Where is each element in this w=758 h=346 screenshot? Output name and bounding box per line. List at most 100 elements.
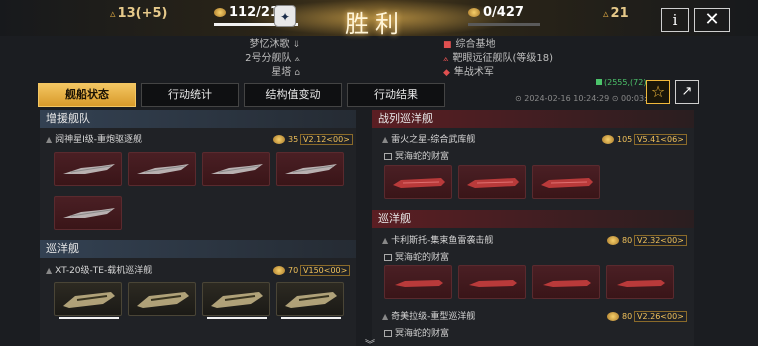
ship-card[interactable] [384, 265, 452, 299]
faction-icon: ◆ [443, 68, 450, 78]
battlecruiser-icon [541, 178, 593, 188]
ship-name: 卡利斯托-集束鱼雷袭击舰 [391, 236, 494, 246]
favorite-button[interactable]: ☆ [646, 80, 670, 104]
ship-cost-value: 80 [622, 236, 633, 245]
ship-version: V2.26<00> [634, 311, 687, 322]
ship-card[interactable] [54, 152, 122, 186]
fleet-emblem-icon: ✦ [274, 5, 296, 27]
carrier-icon [211, 292, 263, 308]
hp-bar [59, 317, 119, 319]
ship-type-icon: ▲ [46, 135, 53, 144]
coin-icon [607, 236, 619, 245]
ship-card[interactable] [458, 165, 526, 199]
star-icon: ☆ [650, 82, 666, 101]
fleet-icon: ⟑ [294, 54, 300, 64]
ship-cost-value: 105 [617, 135, 633, 144]
ship-card[interactable] [202, 152, 270, 186]
ship-cost-value: 35 [288, 135, 299, 144]
ship-card[interactable] [276, 152, 344, 186]
external-link-icon: ↗ [681, 84, 693, 99]
cruiser-icon [395, 280, 443, 287]
ship-faction-line: 冥海蛇的财富 [384, 326, 449, 339]
ship-card[interactable] [458, 265, 526, 299]
ship-card[interactable] [532, 265, 600, 299]
ship-name: 雷火之星-综合武库舰 [391, 135, 476, 145]
scroll-down-icon[interactable]: ︾ [365, 336, 375, 346]
tab-action-result[interactable]: 行动结果 [347, 83, 445, 107]
coordinate-value: (2555,(72) [604, 78, 647, 87]
ally-location: 星塔 [271, 67, 292, 78]
faction-icon [384, 330, 392, 337]
ship-version: V2.12<00> [300, 134, 353, 145]
enemy-fleet: 靶眼远征舰队(等级18) [452, 53, 554, 64]
cruiser-icon [469, 280, 517, 287]
ally-fleet: 2号分舰队 [245, 53, 292, 64]
ship-version: V150<00> [300, 265, 351, 276]
square-icon: ■ [443, 40, 452, 50]
ship-cost: 105 [602, 133, 632, 146]
hp-bar [207, 317, 267, 319]
ship-card[interactable] [128, 282, 196, 316]
destroyer-icon [63, 164, 115, 174]
share-button[interactable]: ↗ [675, 80, 699, 104]
coin-icon [214, 8, 226, 17]
fleet-icon: ⟑ [443, 54, 449, 64]
coordinate-readout: (2555,(72) [596, 78, 646, 87]
destroyer-icon [211, 164, 263, 174]
ship-row: ▲ 阋神星I级-重炮驱逐舰 35 V2.12<00> [46, 133, 353, 146]
ship-name: XT-20级-TE-载机巡洋舰 [55, 266, 153, 276]
tab-structure-change[interactable]: 结构值变动 [244, 83, 342, 107]
ship-faction-line: 冥海蛇的财富 [384, 149, 449, 162]
triangle-icon: ▵ [603, 7, 609, 20]
ship-cost: 35 [273, 133, 298, 146]
enemy-base: 综合基地 [455, 39, 496, 50]
ship-card[interactable] [202, 282, 270, 319]
ship-card[interactable] [384, 165, 452, 199]
hp-bar [281, 317, 341, 319]
ship-faction: 冥海蛇的财富 [395, 253, 450, 263]
right-stat: ▵ 21 [603, 6, 629, 21]
ship-faction: 冥海蛇的财富 [395, 329, 450, 339]
destroyer-icon [137, 164, 189, 174]
info-button[interactable]: i [661, 8, 689, 32]
cruiser-icon [543, 280, 591, 287]
ship-type-icon: ▲ [382, 236, 389, 245]
section-reinforcement: 增援舰队 [40, 110, 356, 128]
close-button[interactable]: ✕ [694, 8, 730, 32]
enemy-faction: 隼战术军 [453, 67, 494, 78]
ship-row: ▲ 奇美拉级-重型巡洋舰 80 V2.26<00> [382, 310, 688, 323]
coin-icon [273, 135, 285, 144]
score-right-bar [468, 23, 540, 26]
destroyer-icon [285, 164, 337, 174]
coin-icon [602, 135, 614, 144]
ship-card[interactable] [276, 282, 344, 319]
enemy-fleet-panel: 战列巡洋舰 ▲ 雷火之星-综合武库舰 105 V5.41<06> 冥海蛇的财富 巡… [372, 110, 694, 346]
section-cruiser: 巡洋舰 [40, 240, 356, 258]
ship-cost-value: 70 [288, 266, 299, 275]
marker-icon [596, 79, 602, 85]
ship-card[interactable] [128, 152, 196, 186]
ship-version: V2.32<00> [634, 235, 687, 246]
ally-info: 梦忆沐歌 ⇓ 2号分舰队 ⟑ 星塔 ⌂ [245, 38, 300, 80]
ship-card[interactable] [54, 282, 122, 319]
score-right-value: 0/427 [483, 5, 524, 20]
ship-card[interactable] [606, 265, 674, 299]
faction-icon [384, 153, 392, 160]
right-stat-value: 21 [610, 6, 629, 21]
coin-icon [468, 8, 480, 17]
ship-faction: 冥海蛇的财富 [395, 152, 450, 162]
ship-name: 阋神星I级-重炮驱逐舰 [55, 135, 143, 145]
score-right: 0/427 [468, 5, 540, 26]
tab-ship-status[interactable]: 舰船状态 [38, 83, 136, 107]
page-title: 胜利 [345, 10, 405, 38]
enemy-info: ■ 综合基地 ⟑ 靶眼远征舰队(等级18) ◆ 隼战术军 [443, 38, 553, 80]
ship-card[interactable] [54, 196, 122, 230]
ship-card[interactable] [532, 165, 600, 199]
chevron-down-icon: ⇓ [292, 40, 300, 50]
coin-icon [273, 266, 285, 275]
section-cruiser: 巡洋舰 [372, 210, 694, 228]
ship-type-icon: ▲ [382, 312, 389, 321]
ship-row: ▲ XT-20级-TE-载机巡洋舰 70 V150<00> [46, 264, 351, 277]
battlecruiser-icon [393, 178, 445, 188]
tab-action-stats[interactable]: 行动统计 [141, 83, 239, 107]
